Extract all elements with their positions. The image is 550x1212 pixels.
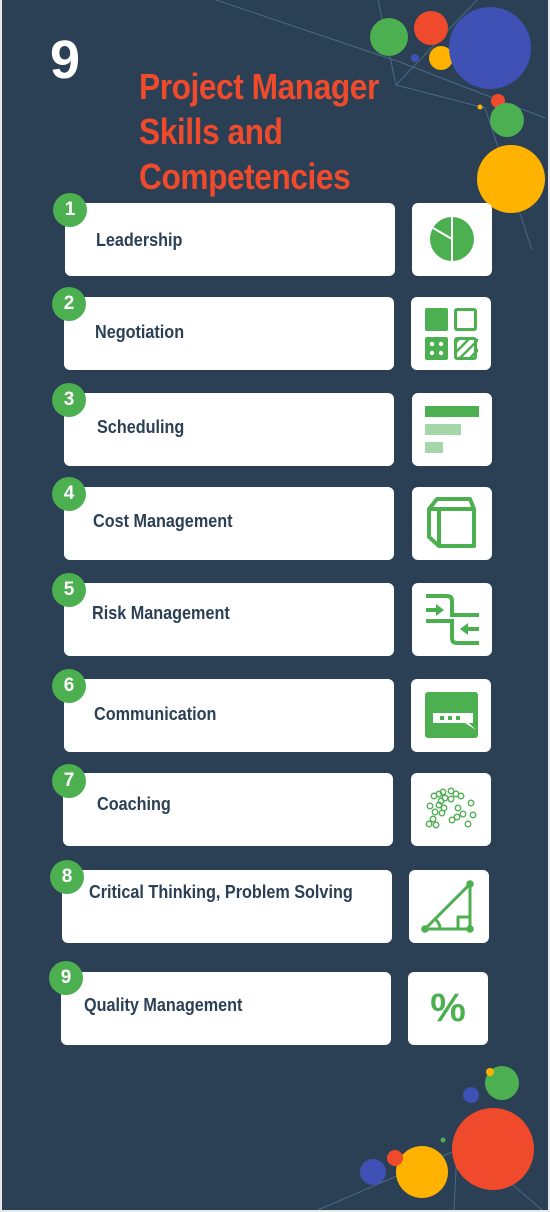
icon-box-critical-thinking [409,870,489,943]
skill-label: Critical Thinking, Problem Solving [89,882,353,902]
title-line-3: Competencies [139,156,351,197]
icon-box-communication [411,679,491,752]
skill-label: Coaching [97,794,171,814]
bubble-yellow-bottom [396,1146,448,1198]
icon-box-cost-management [412,487,492,560]
icon-box-leadership [412,203,492,276]
bar-chart-icon [425,406,479,453]
cube-icon [427,497,476,548]
skill-number-badge: 8 [50,860,84,894]
chat-bubble-icon [425,692,478,738]
skill-card-quality-management: Quality Management [61,972,391,1045]
bubble-blue-small [411,54,419,62]
title-line-2: Skills and [139,111,283,152]
skill-card-critical-thinking: Critical Thinking, Problem Solving [62,870,392,943]
icon-box-coaching [411,773,491,846]
skill-label: Communication [94,704,217,724]
title-line-1: Project Manager [139,66,379,107]
bubble-blue-large [449,7,531,89]
bubble-red-large-bottom [452,1108,534,1190]
skill-number-badge: 4 [52,477,86,511]
skill-card-scheduling: Scheduling [64,393,394,466]
grid-squares-icon [425,308,478,360]
icon-box-quality-management: % [408,972,488,1045]
skill-card-leadership: Leadership [65,203,395,276]
page-title: Project Manager Skills and Competencies [139,64,379,199]
bubble-yellow-tiny [477,104,483,110]
skill-label: Leadership [96,230,183,250]
bubble-yellow-tiny-bottom [486,1068,494,1076]
skill-number-badge: 2 [52,287,86,321]
scatter-circles-icon [425,787,477,829]
header-number: 9 [50,30,81,90]
icon-box-negotiation [411,297,491,370]
skill-number-badge: 5 [52,573,86,607]
icon-box-risk-management [412,583,492,656]
triangle-icon [421,880,474,933]
bubble-green [370,18,408,56]
bubble-blue-small-bottom [463,1087,479,1103]
skill-label: Quality Management [84,995,243,1015]
skill-label: Negotiation [95,322,185,342]
skill-card-coaching: Coaching [63,773,393,846]
icon-box-scheduling [412,393,492,466]
bubble-green-tiny-bottom [440,1137,446,1143]
skill-label: Risk Management [92,603,230,623]
pie-chart-icon [430,217,474,261]
skill-label: Cost Management [93,511,233,531]
skill-number-badge: 1 [53,193,87,227]
skill-card-negotiation: Negotiation [64,297,394,370]
skill-card-risk-management: Risk Management [64,583,394,656]
skill-card-communication: Communication [64,679,394,752]
merge-arrows-icon [426,594,479,645]
percent-icon: % [430,986,466,1030]
bubble-red-small-bottom [387,1150,403,1166]
skill-card-cost-management: Cost Management [64,487,394,560]
infographic-poster: 9 Project Manager Skills and Competencie… [2,0,548,1210]
bubble-red [414,11,448,45]
skill-number-badge: 7 [52,764,86,798]
bubble-green-medium [490,103,524,137]
skill-number-badge: 3 [52,383,86,417]
skill-number-badge: 9 [49,961,83,995]
skill-number-badge: 6 [52,669,86,703]
bubble-blue-bottom [360,1159,386,1185]
skill-label: Scheduling [97,417,185,437]
